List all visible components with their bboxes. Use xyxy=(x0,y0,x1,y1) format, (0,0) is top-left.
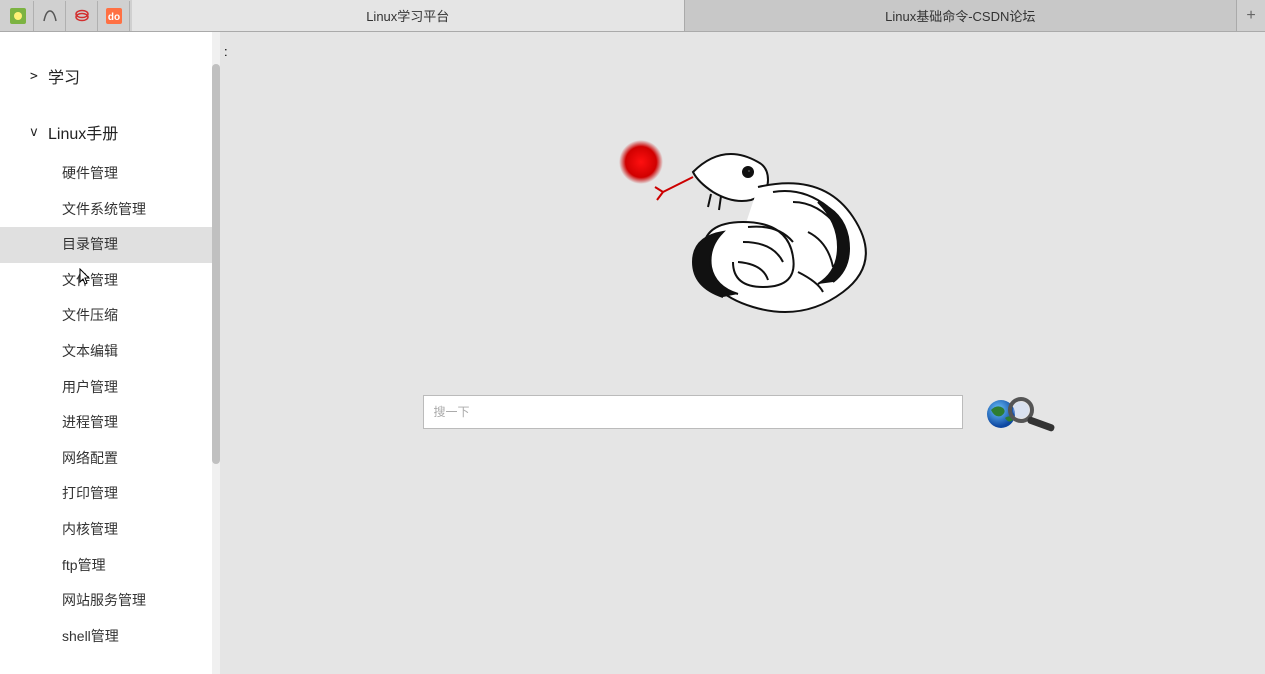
svg-text:do: do xyxy=(107,12,119,23)
tab-linux-platform[interactable]: Linux学习平台 xyxy=(132,0,685,31)
nav-item-shell管理[interactable]: shell管理 xyxy=(0,619,220,655)
nav-header-Linux手册[interactable]: vLinux手册 xyxy=(0,108,220,156)
bookmark-icon-3[interactable] xyxy=(66,1,98,31)
nav-item-文件系统管理[interactable]: 文件系统管理 xyxy=(0,192,220,228)
tab-label: Linux基础命令-CSDN论坛 xyxy=(885,6,1035,25)
nav-item-硬件管理[interactable]: 硬件管理 xyxy=(0,156,220,192)
content-area: : xyxy=(220,32,1265,674)
nav-item-目录管理[interactable]: 目录管理 xyxy=(0,227,220,263)
nav-sub-list: 硬件管理文件系统管理目录管理文件管理文件压缩文本编辑用户管理进程管理网络配置打印… xyxy=(0,156,220,654)
sidebar-scrollbar-thumb[interactable] xyxy=(212,64,220,464)
sidebar-scrollbar-track[interactable] xyxy=(212,32,220,674)
nav-header-实例[interactable]: >实例 xyxy=(0,662,220,674)
nav-item-网站服务管理[interactable]: 网站服务管理 xyxy=(0,583,220,619)
tab-label: Linux学习平台 xyxy=(366,6,449,25)
main-layout: >学习vLinux手册硬件管理文件系统管理目录管理文件管理文件压缩文本编辑用户管… xyxy=(0,32,1265,674)
nav-item-文件压缩[interactable]: 文件压缩 xyxy=(0,298,220,334)
sidebar: >学习vLinux手册硬件管理文件系统管理目录管理文件管理文件压缩文本编辑用户管… xyxy=(0,32,220,674)
search-row xyxy=(220,392,1265,432)
nav-header-label: 学习 xyxy=(48,64,80,88)
nav-section: >学习 xyxy=(0,52,220,100)
nav-item-文件管理[interactable]: 文件管理 xyxy=(0,263,220,299)
tab-icon-group: do xyxy=(0,0,132,31)
nav-item-打印管理[interactable]: 打印管理 xyxy=(0,476,220,512)
nav-section: vLinux手册硬件管理文件系统管理目录管理文件管理文件压缩文本编辑用户管理进程… xyxy=(0,108,220,654)
browser-tab-bar: do Linux学习平台 Linux基础命令-CSDN论坛 + xyxy=(0,0,1265,32)
nav-item-ftp管理[interactable]: ftp管理 xyxy=(0,548,220,584)
nav-item-文本编辑[interactable]: 文本编辑 xyxy=(0,334,220,370)
nav-header-学习[interactable]: >学习 xyxy=(0,52,220,100)
bookmark-icon-2[interactable] xyxy=(34,1,66,31)
nav-item-用户管理[interactable]: 用户管理 xyxy=(0,370,220,406)
bookmark-icon-4[interactable]: do xyxy=(98,1,130,31)
nav-item-内核管理[interactable]: 内核管理 xyxy=(0,512,220,548)
tab-csdn-forum[interactable]: Linux基础命令-CSDN论坛 xyxy=(685,0,1238,31)
bookmark-icon-1[interactable] xyxy=(2,1,34,31)
content-colon-text: : xyxy=(224,44,228,59)
nav-section: >实例 xyxy=(0,662,220,674)
nav-item-网络配置[interactable]: 网络配置 xyxy=(0,441,220,477)
globe-magnifier-icon xyxy=(983,392,1063,432)
chevron-down-icon: v xyxy=(30,125,48,140)
nav-item-进程管理[interactable]: 进程管理 xyxy=(0,405,220,441)
tab-add-button[interactable]: + xyxy=(1237,0,1265,31)
plus-icon: + xyxy=(1246,7,1255,25)
snake-logo xyxy=(593,132,893,332)
logo-area xyxy=(220,132,1265,332)
chevron-right-icon: > xyxy=(30,69,48,84)
search-input[interactable] xyxy=(423,395,963,429)
search-button[interactable] xyxy=(983,392,1063,432)
nav-header-label: Linux手册 xyxy=(48,120,118,144)
